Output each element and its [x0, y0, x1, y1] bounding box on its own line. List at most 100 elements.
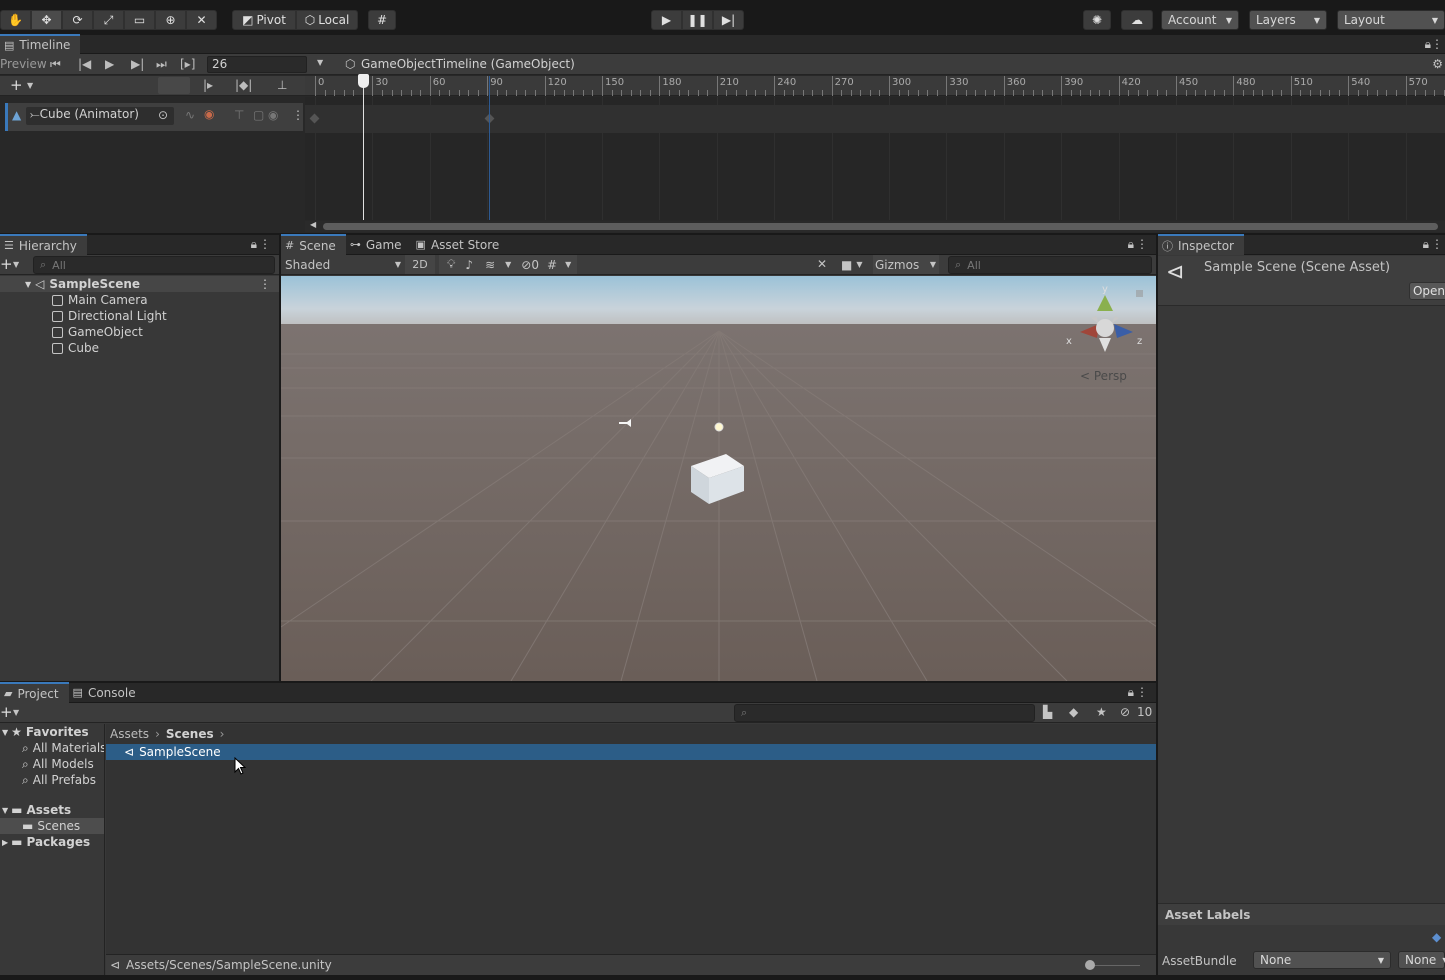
pin-icon[interactable]: ⊤ [234, 108, 244, 122]
track-header[interactable]: ▲ ⤚Cube (Animator) ⊙ ∿ ◉ ⊤ ▢ ◉ ⋮ [5, 103, 304, 131]
hierarchy-item[interactable]: Directional Light [0, 308, 279, 324]
breadcrumb-assets[interactable]: Assets [110, 727, 149, 741]
more-icon[interactable]: ⋮ [259, 277, 271, 291]
zoom-slider-handle[interactable] [1085, 960, 1095, 970]
expand-arrow-icon[interactable]: ▶ [2, 838, 8, 847]
object-picker-icon[interactable]: ⊙ [158, 108, 168, 122]
audio-icon[interactable]: ♪ [465, 258, 473, 272]
edit-mode-icon[interactable]: |▸ [203, 78, 213, 92]
chevron-down-icon[interactable]: ▼ [317, 58, 323, 67]
curves-button[interactable] [158, 77, 190, 94]
zoom-slider-track[interactable] [1090, 965, 1140, 966]
layout-dropdown[interactable]: Layout ▼ [1337, 10, 1445, 30]
lock-icon[interactable]: 🔒︎ [251, 237, 257, 252]
assets-header[interactable]: ▼ ▬ Assets [0, 802, 104, 818]
next-frame-icon[interactable]: ▶| [131, 57, 144, 71]
grid-snap-button[interactable]: # [368, 10, 396, 30]
track-binding-field[interactable]: ⤚Cube (Animator) [26, 107, 174, 125]
ripple-icon[interactable]: |◆| [235, 78, 252, 92]
lock-icon[interactable]: ▢ [253, 108, 264, 122]
camera-dropdown[interactable]: ■ ▼ [841, 255, 871, 274]
custom-tool-button[interactable]: ✕ [186, 10, 217, 30]
hierarchy-item[interactable]: GameObject [0, 324, 279, 340]
hierarchy-search-input[interactable]: ⌕ All [33, 256, 275, 274]
favorite-item[interactable]: ⌕ All Prefabs [0, 772, 104, 788]
chevron-down-icon[interactable]: ▼ [505, 260, 511, 269]
chevron-down-icon[interactable]: ▼ [27, 81, 33, 90]
lock-icon[interactable]: 🔒︎ [1423, 237, 1429, 252]
favorite-item[interactable]: ⌕ All Models [0, 756, 104, 772]
more-icon[interactable]: ⋮ [1136, 237, 1148, 251]
track-area[interactable] [305, 74, 1445, 220]
add-track-icon[interactable]: + [10, 76, 23, 94]
breadcrumb-scenes[interactable]: Scenes [166, 727, 214, 741]
curve-icon[interactable]: ∿ [185, 108, 195, 122]
variant-dropdown[interactable]: None▼ [1398, 951, 1445, 969]
tab-game[interactable]: ⊶ Game [346, 235, 412, 255]
assetbundle-dropdown[interactable]: None ▼ [1253, 951, 1391, 969]
effects-icon[interactable]: ≋ [485, 258, 495, 272]
favorites-header[interactable]: ▼ ★ Favorites [0, 724, 104, 740]
more-icon[interactable]: ⋮ [292, 108, 304, 122]
snap-icon[interactable]: ⊥ [277, 78, 287, 92]
hierarchy-item[interactable]: Main Camera [0, 292, 279, 308]
packages-header[interactable]: ▶ ▬ Packages [0, 834, 104, 850]
persp-label[interactable]: < Persp [1080, 369, 1127, 383]
tree-item-scenes[interactable]: ▬ Scenes [0, 818, 104, 834]
more-icon[interactable]: ⋮ [1431, 237, 1443, 251]
more-icon[interactable]: ⋮ [259, 237, 271, 251]
add-icon[interactable]: + [0, 703, 13, 721]
filter-label-icon[interactable]: ◆ [1069, 705, 1078, 719]
tab-console[interactable]: ▤ Console [69, 683, 146, 703]
preview-button[interactable]: Preview [0, 57, 47, 71]
gizmos-dropdown[interactable]: Gizmos ▼ [873, 255, 939, 274]
star-icon[interactable]: ★ [1096, 705, 1107, 719]
scene-viewport[interactable]: y x z < Persp [281, 276, 1156, 681]
more-icon[interactable]: ⋮ [1136, 685, 1148, 699]
playhead-line[interactable] [363, 76, 364, 220]
filter-type-icon[interactable]: ▙ [1043, 705, 1052, 719]
playrange-icon[interactable]: [▸] [180, 57, 195, 71]
expand-arrow-icon[interactable]: ▼ [2, 806, 8, 815]
more-icon[interactable]: ⋮ [1431, 37, 1443, 51]
file-row-samplescene[interactable]: ⊲ SampleScene [106, 744, 1156, 760]
shading-dropdown[interactable]: Shaded ▼ [281, 255, 401, 274]
hidden-objects-icon[interactable]: ⊘ [521, 258, 531, 272]
scene-search-input[interactable]: ⌕ All [948, 256, 1152, 274]
transform-tool-button[interactable]: ⊕ [155, 10, 186, 30]
open-button[interactable]: Open [1409, 282, 1445, 300]
go-to-start-icon[interactable]: ⏮ [50, 57, 61, 72]
play-timeline-icon[interactable]: ▶ [105, 57, 114, 71]
asset-labels-header[interactable]: Asset Labels [1158, 903, 1445, 925]
tab-asset-store[interactable]: ▣ Asset Store [412, 235, 510, 255]
time-ruler[interactable]: 0 30 60 90 120 150 180 210 240 270 300 330 360 390 420… [305, 76, 1445, 96]
account-dropdown[interactable]: Account ▼ [1161, 10, 1239, 30]
move-tool-button[interactable]: ✥ [31, 10, 62, 30]
2d-toggle[interactable]: 2D [405, 255, 435, 274]
gear-icon[interactable]: ⚙ [1432, 57, 1443, 71]
lighting-icon[interactable]: 💡︎ [447, 257, 455, 272]
light-gizmo-icon[interactable] [714, 422, 724, 432]
eye-icon[interactable]: ◉ [268, 108, 278, 122]
step-button[interactable]: ▶| [713, 10, 744, 30]
timeline-scrollbar[interactable]: ◀ [305, 220, 1445, 232]
tab-inspector[interactable]: ⓘ Inspector [1158, 234, 1244, 255]
scroll-left-icon[interactable]: ◀ [310, 220, 316, 229]
local-button[interactable]: ⬡ Local [296, 10, 358, 30]
layers-dropdown[interactable]: Layers ▼ [1249, 10, 1327, 30]
tools-icon[interactable]: ✕ [817, 257, 827, 271]
rect-tool-button[interactable]: ▭ [124, 10, 155, 30]
go-to-end-icon[interactable]: ⏭ [156, 57, 167, 72]
lock-icon[interactable]: 🔒︎ [1128, 237, 1134, 252]
expand-arrow-icon[interactable]: ▼ [25, 280, 31, 289]
hidden-packages-icon[interactable]: ⊘ [1120, 705, 1130, 719]
scale-tool-button[interactable]: ⤢ [93, 10, 124, 30]
tab-scene[interactable]: # Scene [281, 234, 346, 255]
pivot-button[interactable]: ◩ Pivot [232, 10, 296, 30]
favorite-item[interactable]: ⌕ All Materials [0, 740, 104, 756]
playhead-handle[interactable] [358, 74, 369, 88]
cloud-button[interactable]: ☁ [1121, 10, 1153, 30]
tab-timeline[interactable]: ▤ Timeline [0, 33, 81, 55]
add-icon[interactable]: + [0, 255, 13, 273]
tab-project[interactable]: ▰ Project [0, 682, 69, 703]
